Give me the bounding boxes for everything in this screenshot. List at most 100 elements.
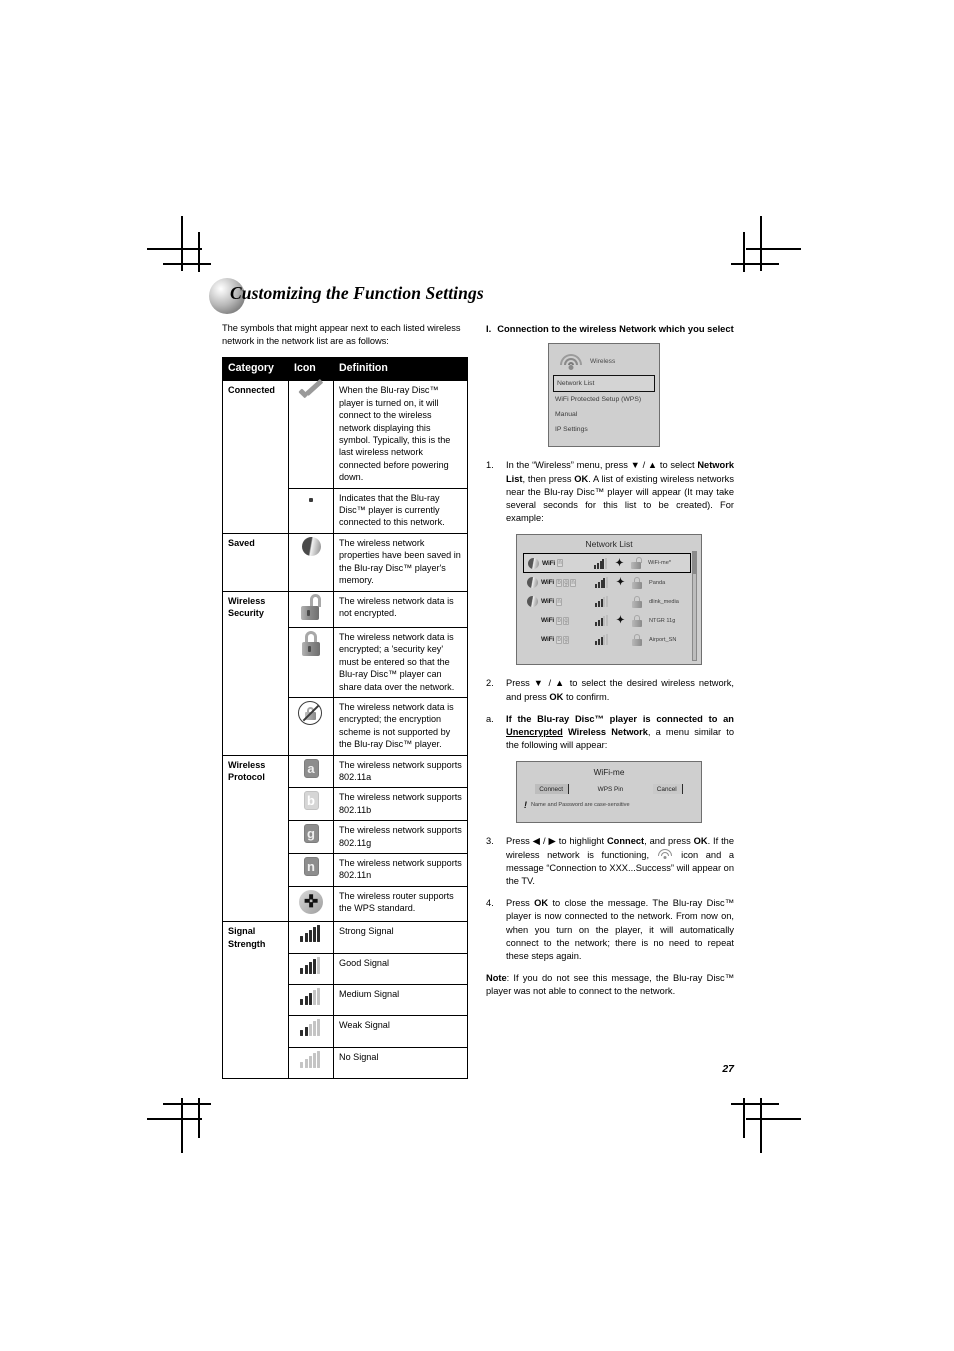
step-text: In the “Wireless” menu, press ▼ / ▲ to s… [506, 460, 734, 524]
network-name: Panda [649, 579, 666, 586]
closed-lock-icon [632, 633, 642, 646]
wifi-label: WiFi [541, 579, 555, 587]
two-column-layout: The symbols that might appear next to ea… [222, 322, 734, 1080]
crop-mark-tr-v2 [743, 232, 745, 272]
no-lock-icon [288, 696, 334, 756]
network-list-screen: Network List WiFi n ✦ WiFi-me* WiFi b g n ✦ Panda… [516, 534, 702, 666]
signal-strength-icon [594, 557, 608, 569]
page-title: Customizing the Function Settings [230, 283, 484, 303]
closed-lock-icon [632, 576, 642, 589]
row-definition: The wireless network data is encrypted; … [333, 626, 468, 698]
scrollbar-thumb[interactable] [693, 552, 696, 575]
symbols-table: Category Icon Definition Connected When … [222, 357, 468, 1080]
signal-strength-icon [595, 596, 609, 608]
row-definition: The wireless network properties have bee… [333, 532, 468, 592]
signal-strength-icon [595, 615, 609, 627]
cancel-button[interactable]: Cancel [652, 784, 683, 795]
protocol-badges: n [557, 559, 564, 568]
network-list-item[interactable]: WiFi n ✦ WiFi-me* [523, 553, 691, 574]
substep-number: a. [486, 713, 494, 724]
saved-sphere-icon-empty [527, 615, 538, 626]
step-number: 4. [486, 898, 494, 909]
row-definition: The wireless network supports 802.11g [333, 820, 468, 854]
connect-button[interactable]: Connect [535, 784, 570, 795]
row-definition: The wireless network supports 802.11n [333, 853, 468, 887]
page-number: 27 [722, 1063, 734, 1075]
wireless-label: Wireless [590, 358, 616, 366]
sphere-icon [288, 532, 334, 592]
checkmark-icon [288, 380, 334, 489]
saved-sphere-icon [528, 557, 539, 569]
menu-item-ip-settings[interactable]: IP Settings [549, 422, 659, 437]
left-column: The symbols that might appear next to ea… [222, 322, 468, 1080]
saved-sphere-icon-empty [527, 634, 538, 645]
row-definition: Good Signal [333, 952, 468, 986]
row-category: Wireless Protocol [222, 754, 289, 923]
signal-medium-icon [288, 984, 334, 1017]
saved-sphere-icon [527, 596, 538, 608]
wifi-signal-icon [658, 848, 673, 859]
row-definition: When the Blu-ray Disc™ player is turned … [333, 380, 468, 489]
intro-paragraph: The symbols that might appear next to ea… [222, 323, 461, 347]
menu-item-manual[interactable]: Manual [549, 407, 659, 422]
protocol-n-icon: n [557, 559, 564, 568]
step-4: 4. Press OK to close the message. The Bl… [486, 897, 734, 963]
wps-icon: ✦ [616, 577, 625, 589]
network-list-title: Network List [585, 539, 633, 550]
network-list-item[interactable]: WiFin ✦ dlink_media [523, 592, 691, 611]
crop-mark-tr-h2 [731, 263, 779, 265]
dialog-title: WiFi-me [593, 767, 625, 778]
crop-mark-tl-v2 [198, 232, 200, 272]
exclamation-icon: ! [524, 800, 527, 811]
step-3: 3. Press ◀ / ▶ to highlight Connect, and… [486, 835, 734, 888]
menu-item-wps[interactable]: WiFi Protected Setup (WPS) [549, 392, 659, 407]
wifi-connect-dialog: WiFi-me Connect WPS Pin Cancel ! Name an… [516, 761, 702, 824]
network-name: Airport_SN [649, 636, 677, 643]
network-list-item[interactable]: WiFi b g ✦ NTGR 11g [523, 611, 691, 630]
signal-weak-icon [288, 1015, 334, 1048]
step-number: 3. [486, 836, 494, 847]
dialog-note-text: Name and Password are case-sensitive [531, 802, 630, 809]
protocol-badges: n [556, 597, 563, 606]
crop-mark-br-v [760, 1098, 762, 1153]
column-header-definition: Definition [333, 357, 468, 382]
scrollbar[interactable] [692, 551, 697, 662]
table-row: Wireless Protocol a The wireless network… [222, 754, 468, 923]
protocol-g-icon: g [563, 578, 570, 587]
protocol-badges: bgn [556, 578, 577, 587]
wps-pin-button[interactable]: WPS Pin [594, 784, 629, 794]
menu-item-network-list[interactable]: Network List [553, 375, 655, 393]
dialog-buttons: Connect WPS Pin Cancel [517, 784, 701, 795]
network-name: dlink_media [649, 598, 679, 605]
note-paragraph: Note: If you do not see this message, th… [486, 973, 734, 997]
network-list-item[interactable]: WiFi b g n ✦ Panda [523, 573, 691, 592]
wifi-label: WiFi [541, 598, 555, 606]
protocol-b-icon: b [288, 787, 334, 822]
protocol-g-icon: g [563, 635, 570, 644]
step-2: 2. Press ▼ / ▲ to select the desired wir… [486, 677, 734, 703]
row-definition: No Signal [333, 1046, 468, 1080]
wifi-label: WiFi [541, 617, 555, 625]
step-1: 1. In the “Wireless” menu, press ▼ / ▲ t… [486, 459, 734, 525]
row-definition: Indicates that the Blu-ray Disc™ player … [333, 487, 468, 534]
row-definition: The wireless network supports 802.11a [333, 754, 468, 789]
table-row: Connected When the Blu-ray Disc™ player … [222, 380, 468, 534]
open-lock-icon [288, 590, 334, 628]
step-text: Press ◀ / ▶ to highlight Connect, and pr… [506, 836, 735, 887]
row-category: Signal Strength [222, 921, 289, 1080]
wps-icon: ✦ [615, 557, 624, 569]
row-definition: Medium Signal [333, 984, 468, 1017]
crop-mark-br-h2 [731, 1103, 779, 1105]
section-number: I. [486, 323, 492, 334]
row-category: Connected [222, 380, 289, 534]
network-name: WiFi-me* [648, 560, 671, 567]
protocol-a-icon: a [288, 754, 334, 789]
wifi-signal-icon [559, 353, 583, 371]
network-name: NTGR 11g [649, 617, 676, 624]
row-definition: The wireless network data is encrypted; … [333, 696, 468, 756]
chapter-header: Customizing the Function Settings [209, 278, 734, 322]
row-definition: The wireless network data is not encrypt… [333, 590, 468, 628]
right-column: I. Connection to the wireless Network wh… [486, 322, 734, 1079]
network-list-item[interactable]: WiFibg ✦ Airport_SN [523, 630, 691, 649]
protocol-n-icon: n [570, 578, 577, 587]
